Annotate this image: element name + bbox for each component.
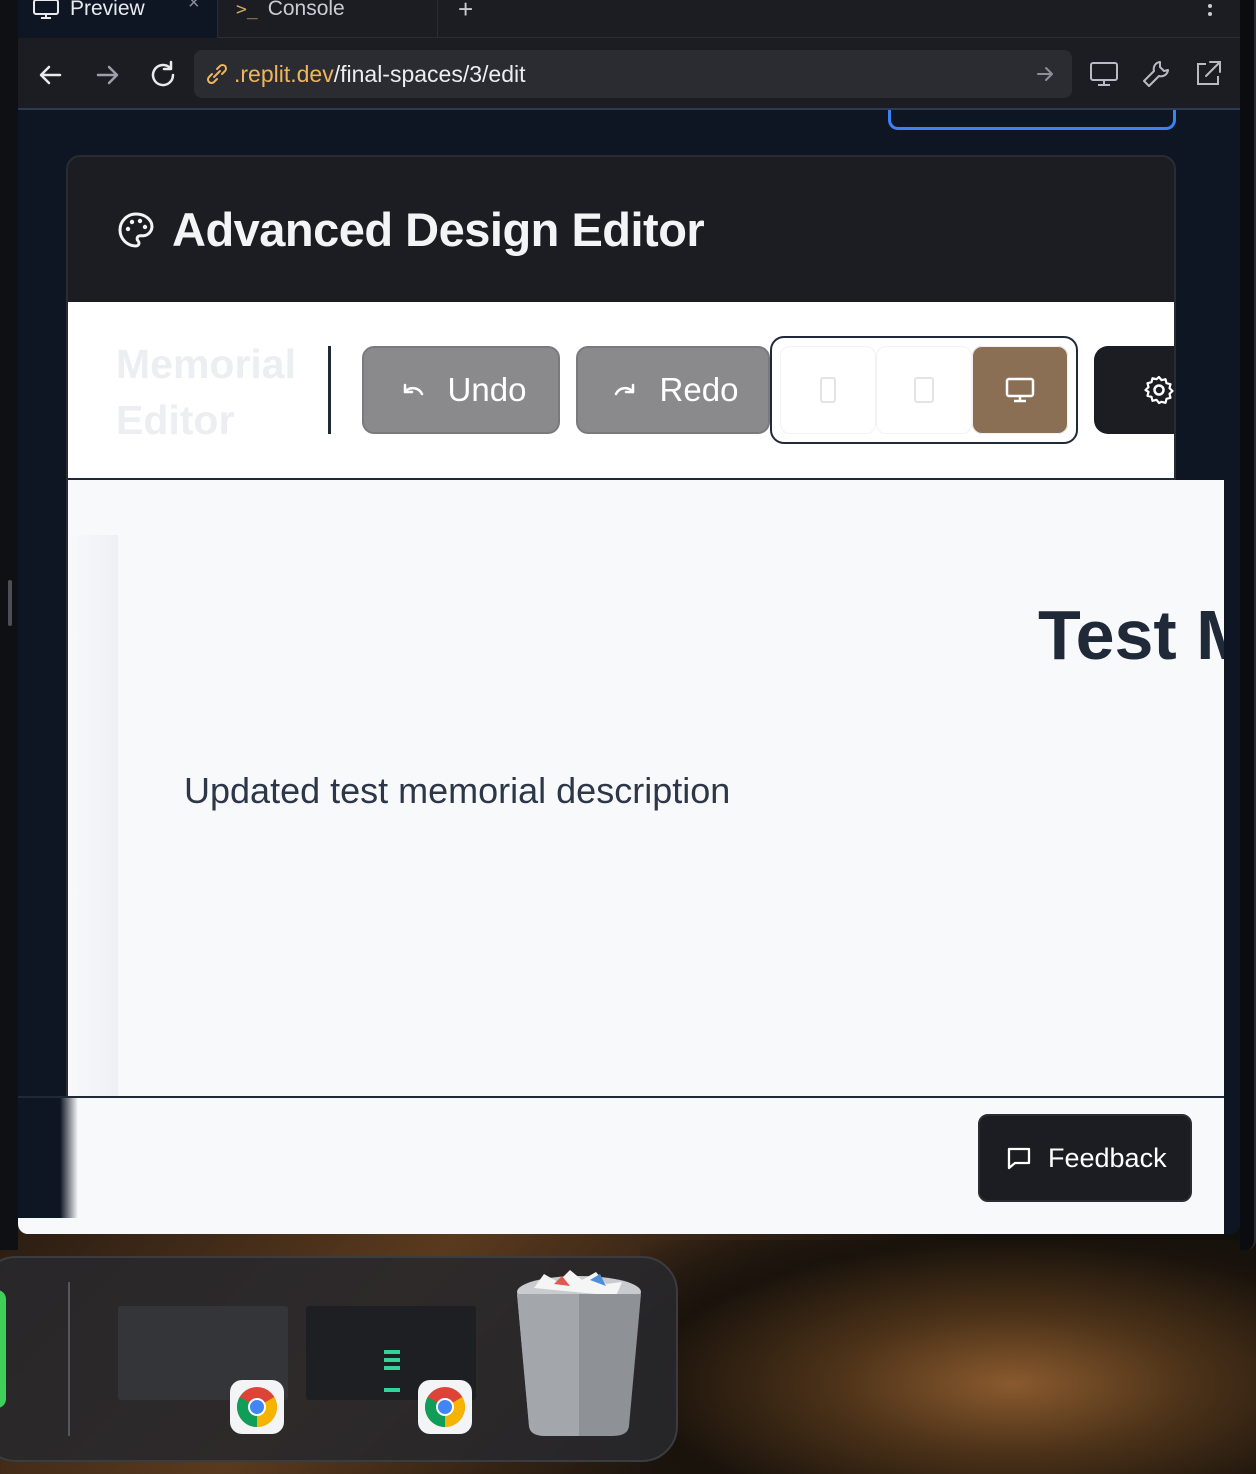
focused-element-outline[interactable]: [888, 110, 1176, 130]
redo-label: Redo: [659, 371, 739, 408]
gear-icon: [1144, 375, 1174, 405]
tab-bar: Preview × >_ Console +: [18, 0, 1240, 38]
editor-title: Advanced Design Editor: [172, 203, 705, 256]
address-field[interactable]: .replit.dev/final-spaces/3/edit: [194, 50, 1072, 98]
redo-icon: [614, 383, 634, 396]
tab-console-label: Console: [267, 0, 345, 20]
device-toggle-group: [770, 336, 1078, 444]
go-arrow-icon[interactable]: [1034, 63, 1056, 85]
reload-icon[interactable]: [146, 58, 180, 92]
trash-icon[interactable]: [514, 1266, 644, 1436]
address-domain: .replit.dev: [234, 60, 334, 87]
tablet-icon: [914, 377, 934, 403]
mobile-view-button[interactable]: [780, 346, 876, 434]
undo-label: Undo: [447, 371, 527, 408]
address-path: /final-spaces/3/edit: [333, 60, 526, 87]
memorial-title[interactable]: Test M: [1038, 595, 1224, 675]
tab-console[interactable]: >_ Console: [220, 0, 438, 38]
undo-icon: [403, 383, 423, 396]
message-square-icon: [1007, 1147, 1031, 1170]
desktop-wallpaper: [640, 1240, 1256, 1474]
forward-arrow-icon[interactable]: [90, 58, 124, 92]
palette-icon: [118, 211, 154, 248]
more-options-icon[interactable]: [1200, 0, 1220, 24]
chrome-icon[interactable]: [418, 1380, 472, 1434]
toolbar-divider: [328, 346, 331, 434]
dock-app-icon[interactable]: [0, 1290, 6, 1408]
window-resize-grip[interactable]: [8, 580, 12, 626]
back-arrow-icon[interactable]: [34, 58, 68, 92]
chrome-logo-icon: [237, 1387, 277, 1427]
editor-header: Advanced Design Editor: [68, 157, 1174, 302]
chrome-icon[interactable]: [230, 1380, 284, 1434]
footer-shadow: [18, 1098, 78, 1218]
open-external-icon[interactable]: [1192, 58, 1224, 90]
tab-preview-label: Preview: [70, 0, 145, 20]
chrome-logo-icon: [425, 1387, 465, 1427]
desktop-icon: [1005, 377, 1035, 403]
browser-window: Preview × >_ Console + .replit.dev/final…: [18, 0, 1240, 1234]
memorial-editor-title: Memorial Editor: [116, 341, 296, 443]
customize-button[interactable]: Cu: [1094, 346, 1174, 434]
redo-button[interactable]: Redo: [576, 346, 770, 434]
link-icon: [206, 63, 228, 85]
feedback-button[interactable]: Feedback: [978, 1114, 1192, 1202]
memorial-preview-canvas: Test M Updated test memorial description: [68, 480, 1224, 1100]
url-bar: .replit.dev/final-spaces/3/edit: [18, 38, 1240, 110]
page-footer: Feedback: [18, 1098, 1224, 1234]
editor-toolbar: Memorial Editor Undo Redo: [68, 302, 1174, 480]
desktop-view-button[interactable]: [972, 346, 1068, 434]
tab-preview[interactable]: Preview ×: [18, 0, 218, 38]
window-right-edge: [1240, 0, 1256, 1250]
page-scrollbar-track[interactable]: [1224, 110, 1240, 1234]
monitor-icon: [33, 0, 59, 19]
memorial-description[interactable]: Updated test memorial description: [184, 770, 730, 812]
page-viewport: Advanced Design Editor Memorial Editor U…: [18, 110, 1224, 1234]
canvas-shadow: [68, 535, 118, 1100]
feedback-label: Feedback: [1048, 1142, 1167, 1173]
desktop-edge: [0, 0, 18, 1250]
device-preview-icon[interactable]: [1088, 58, 1120, 90]
undo-button[interactable]: Undo: [362, 346, 560, 434]
tablet-view-button[interactable]: [876, 346, 972, 434]
dock-separator: [68, 1282, 70, 1436]
new-tab-button[interactable]: +: [458, 0, 473, 25]
close-icon[interactable]: ×: [188, 0, 200, 15]
terminal-icon: >_: [236, 0, 258, 20]
wrench-icon[interactable]: [1140, 58, 1172, 90]
smartphone-icon: [820, 377, 836, 403]
